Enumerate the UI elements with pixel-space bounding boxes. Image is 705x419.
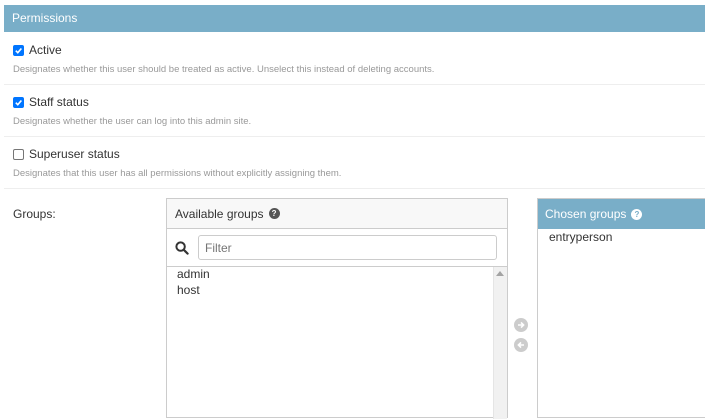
fieldset-title: Permissions — [12, 11, 78, 25]
active-checkbox-line[interactable]: Active — [13, 43, 62, 57]
superuser-status-label[interactable]: Superuser status — [29, 147, 120, 161]
list-item[interactable]: admin — [167, 267, 493, 283]
scrollbar[interactable] — [493, 267, 507, 419]
active-help-text: Designates whether this user should be t… — [13, 64, 435, 75]
list-item[interactable]: host — [167, 283, 493, 299]
active-checkbox[interactable] — [13, 44, 24, 56]
add-group-button[interactable] — [514, 318, 528, 332]
scroll-up-arrow-icon[interactable] — [496, 271, 504, 276]
filter-bar — [167, 229, 507, 267]
remove-group-button[interactable] — [514, 338, 528, 352]
list-item[interactable]: entryperson — [538, 230, 612, 246]
permission-row-superuser: Superuser status Designates that this us… — [4, 137, 705, 189]
question-icon[interactable]: ? — [268, 208, 280, 219]
superuser-status-checkbox[interactable] — [13, 148, 24, 160]
superuser-checkbox-line[interactable]: Superuser status — [13, 147, 120, 161]
chosen-groups-header: Chosen groups ? — [538, 199, 705, 229]
groups-label: Groups: — [13, 207, 56, 221]
available-groups-header: Available groups ? — [167, 199, 507, 229]
arrow-right-circle-icon — [518, 321, 525, 329]
filter-input[interactable] — [198, 235, 497, 260]
permission-row-staff: Staff status Designates whether the user… — [4, 85, 705, 137]
available-groups-list[interactable]: admin host — [167, 267, 493, 298]
active-label[interactable]: Active — [29, 43, 62, 57]
staff-status-checkbox[interactable] — [13, 96, 24, 108]
available-groups-title: Available groups — [175, 206, 264, 221]
available-groups-box: Available groups ? admin host — [166, 198, 508, 419]
superuser-status-help-text: Designates that this user has all permis… — [13, 168, 342, 179]
arrow-left-circle-icon — [517, 341, 524, 349]
chosen-groups-title: Chosen groups — [545, 207, 627, 221]
staff-status-help-text: Designates whether the user can log into… — [13, 116, 252, 127]
checkmark-icon — [15, 99, 22, 106]
question-icon[interactable]: ? — [631, 208, 643, 220]
staff-status-label[interactable]: Staff status — [29, 95, 89, 109]
chosen-groups-box: Chosen groups ? entryperson — [537, 198, 705, 418]
chosen-groups-list[interactable]: entryperson — [538, 230, 612, 246]
search-icon — [175, 241, 189, 255]
permission-row-active: Active Designates whether this user shou… — [4, 33, 705, 85]
staff-checkbox-line[interactable]: Staff status — [13, 95, 89, 109]
checkmark-icon — [15, 47, 22, 54]
selector-chooser — [514, 318, 530, 358]
fieldset-header: Permissions — [4, 5, 705, 32]
